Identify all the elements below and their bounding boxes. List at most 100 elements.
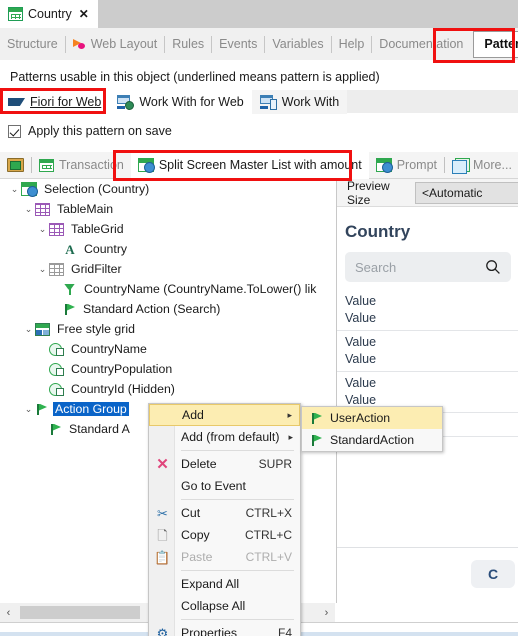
instance-tab-transaction[interactable]: Transaction bbox=[32, 152, 131, 179]
tree-context-menu[interactable]: Add ▸ Add (from default) ▸ ✕ Delete SUPR… bbox=[148, 403, 301, 636]
list-item-value: Value bbox=[345, 376, 377, 390]
context-menu-item-expand-all[interactable]: Expand All bbox=[149, 573, 300, 595]
pattern-tab-fiori-label: Fiori for Web bbox=[30, 95, 102, 109]
chevron-right-icon: ▸ bbox=[287, 409, 292, 420]
attribute-node-icon bbox=[49, 362, 64, 376]
pattern-instance-folder-button[interactable] bbox=[0, 152, 31, 179]
pattern-tab-fiori-for-web[interactable]: Fiori for Web bbox=[0, 90, 110, 114]
tree-node-countryid-hidden[interactable]: CountryId (Hidden) bbox=[0, 379, 335, 399]
context-menu-item-properties[interactable]: ⚙ Properties F4 bbox=[149, 622, 300, 636]
tab-documentation[interactable]: Documentation bbox=[372, 28, 470, 60]
apply-pattern-on-save-row[interactable]: Apply this pattern on save bbox=[8, 124, 172, 138]
context-menu-item-label: Go to Event bbox=[181, 479, 246, 493]
action-flag-icon bbox=[49, 423, 62, 436]
context-menu-item-label: Properties bbox=[181, 626, 238, 636]
pattern-instance-icon bbox=[7, 158, 24, 172]
context-menu-item-copy[interactable]: 🗋 Copy CTRL+C bbox=[149, 524, 300, 546]
preview-confirm-button[interactable]: C bbox=[471, 560, 515, 588]
preview-size-select[interactable]: <Automatic bbox=[415, 181, 518, 204]
context-menu-separator bbox=[181, 619, 294, 620]
apply-pattern-checkbox[interactable] bbox=[8, 124, 21, 138]
tree-node-selection[interactable]: ⌄ Selection (Country) bbox=[0, 179, 335, 199]
tab-patterns[interactable]: Patterns bbox=[473, 30, 518, 58]
tree-node-tablemain[interactable]: ⌄ TableMain bbox=[0, 199, 335, 219]
table-grid-icon bbox=[49, 222, 64, 236]
tab-events[interactable]: Events bbox=[212, 28, 264, 60]
scrollbar-thumb[interactable] bbox=[20, 606, 140, 619]
tree-node-gridfilter[interactable]: ⌄ GridFilter bbox=[0, 259, 335, 279]
context-menu-item-go-to-event[interactable]: Go to Event bbox=[149, 475, 300, 497]
tab-help[interactable]: Help bbox=[332, 28, 372, 60]
tree-node-countryname[interactable]: CountryName bbox=[0, 339, 335, 359]
list-item-value: Value bbox=[345, 294, 377, 308]
tab-rules[interactable]: Rules bbox=[165, 28, 211, 60]
tree-node-label: Selection (Country) bbox=[44, 182, 150, 196]
context-menu-separator bbox=[181, 499, 294, 500]
list-item-value: Value bbox=[345, 335, 377, 349]
document-tab-country[interactable]: Country ✕ bbox=[0, 0, 98, 28]
submenu-item-standardaction[interactable]: StandardAction bbox=[302, 429, 442, 451]
tree-node-label: TableMain bbox=[57, 202, 114, 216]
tree-node-label: CountryPopulation bbox=[71, 362, 173, 376]
context-menu-item-label: Copy bbox=[181, 528, 210, 542]
preview-search-box[interactable]: Search bbox=[345, 252, 511, 282]
tree-node-free-style-grid[interactable]: ⌄ Free style grid bbox=[0, 319, 335, 339]
pattern-tab-work-with[interactable]: Work With bbox=[251, 90, 348, 114]
chevron-down-icon[interactable]: ⌄ bbox=[22, 324, 35, 334]
context-menu-shortcut: F4 bbox=[277, 626, 292, 636]
instance-tab-more[interactable]: More... bbox=[445, 152, 518, 179]
context-menu-item-collapse-all[interactable]: Collapse All bbox=[149, 595, 300, 617]
tree-node-countrypopulation[interactable]: CountryPopulation bbox=[0, 359, 335, 379]
instance-tab-prompt[interactable]: Prompt bbox=[369, 152, 444, 179]
tree-node-standard-action-search[interactable]: Standard Action (Search) bbox=[0, 299, 335, 319]
fiori-icon bbox=[8, 96, 25, 108]
chevron-down-icon[interactable]: ⌄ bbox=[8, 184, 21, 194]
chevron-down-icon[interactable]: ⌄ bbox=[36, 224, 49, 234]
list-item-value: Value bbox=[345, 352, 377, 366]
pattern-instance-toolbar: Transaction Split Screen Master List wit… bbox=[0, 151, 518, 179]
attribute-node-icon bbox=[49, 382, 64, 396]
tree-node-label: Country bbox=[84, 242, 128, 256]
submenu-item-useraction[interactable]: UserAction bbox=[302, 407, 442, 429]
close-icon[interactable]: ✕ bbox=[79, 8, 89, 20]
pattern-tab-work-with-for-web[interactable]: Work With for Web bbox=[109, 90, 252, 114]
preview-body: Country Search Value Value Value Value V… bbox=[337, 208, 518, 573]
list-item[interactable]: Value Value bbox=[337, 290, 518, 331]
scroll-right-icon[interactable]: › bbox=[318, 603, 335, 622]
transaction-object-icon bbox=[8, 7, 23, 21]
instance-tab-split-screen-master-list[interactable]: Split Screen Master List with amount bbox=[130, 151, 369, 179]
scissors-icon: ✂ bbox=[157, 505, 168, 521]
tab-variables[interactable]: Variables bbox=[265, 28, 330, 60]
scroll-left-icon[interactable]: ‹ bbox=[0, 603, 17, 622]
tree-node-label: TableGrid bbox=[71, 222, 124, 236]
preview-title: Country bbox=[345, 222, 411, 241]
tree-node-country-attribute[interactable]: A Country bbox=[0, 239, 335, 259]
tree-node-tablegrid[interactable]: ⌄ TableGrid bbox=[0, 219, 335, 239]
transaction-icon bbox=[39, 158, 54, 172]
chevron-down-icon[interactable]: ⌄ bbox=[22, 204, 35, 214]
list-item[interactable]: Value Value bbox=[337, 331, 518, 372]
object-section-tabs: Structure Web Layout Rules Events Variab… bbox=[0, 28, 518, 60]
tree-node-label: Free style grid bbox=[57, 322, 135, 336]
context-menu-separator bbox=[181, 570, 294, 571]
context-menu-item-add[interactable]: Add ▸ bbox=[149, 404, 300, 426]
grid-filter-icon bbox=[49, 262, 64, 276]
context-menu-item-cut[interactable]: ✂ Cut CTRL+X bbox=[149, 502, 300, 524]
tree-node-countryname-filter[interactable]: CountryName (CountryName.ToLower() lik bbox=[0, 279, 335, 299]
tab-web-layout[interactable]: Web Layout bbox=[66, 28, 164, 60]
tab-web-layout-label: Web Layout bbox=[90, 37, 158, 51]
context-menu-item-add-from-default[interactable]: Add (from default) ▸ bbox=[149, 426, 300, 448]
tab-structure[interactable]: Structure bbox=[0, 28, 65, 60]
preview-size-label: Preview Size bbox=[347, 178, 390, 207]
free-style-grid-icon bbox=[35, 322, 50, 336]
context-menu-item-delete[interactable]: ✕ Delete SUPR bbox=[149, 453, 300, 475]
chevron-down-icon[interactable]: ⌄ bbox=[22, 404, 35, 414]
list-item-value: Value bbox=[345, 311, 377, 325]
search-icon bbox=[486, 260, 500, 274]
chevron-down-icon[interactable]: ⌄ bbox=[36, 264, 49, 274]
preview-footer: C bbox=[337, 547, 518, 603]
chevron-right-icon: ▸ bbox=[288, 431, 293, 442]
work-with-web-icon bbox=[117, 94, 135, 110]
add-submenu[interactable]: UserAction StandardAction bbox=[301, 406, 443, 452]
filter-icon bbox=[63, 283, 77, 296]
